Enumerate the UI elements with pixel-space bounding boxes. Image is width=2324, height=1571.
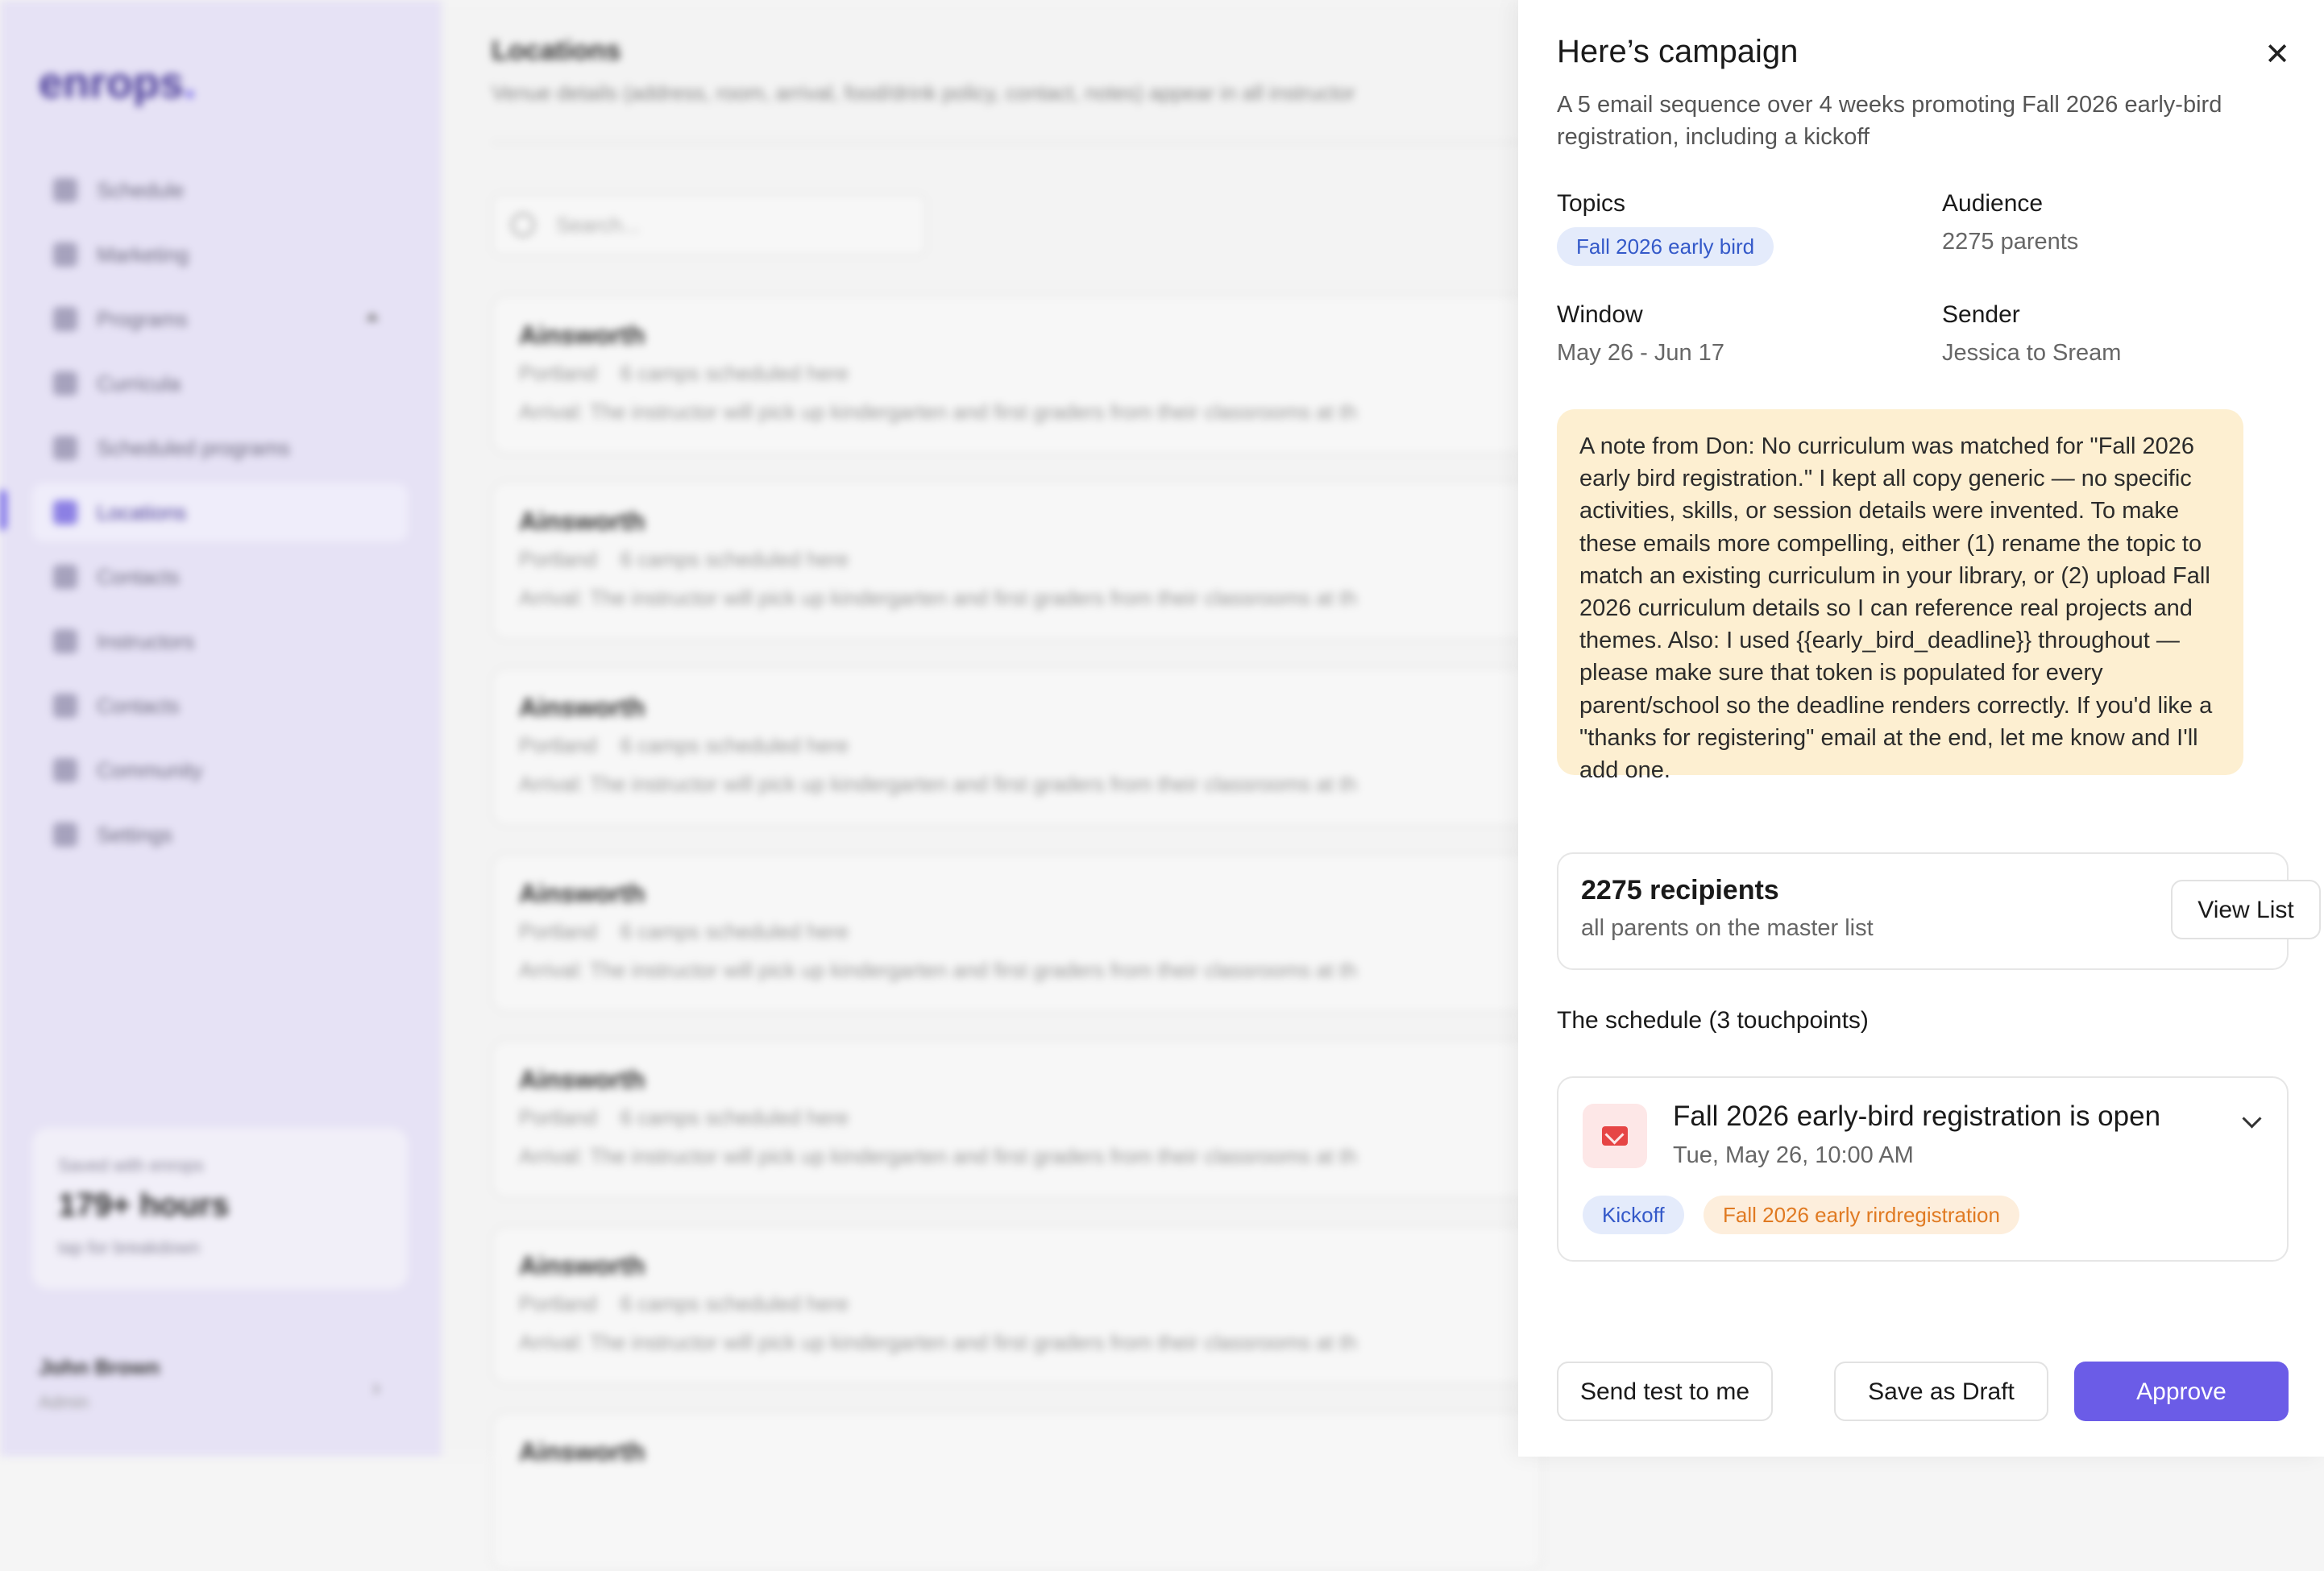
book-icon <box>53 371 77 396</box>
audience-label: Audience <box>1942 190 2044 217</box>
location-card[interactable]: Ainsworth <box>492 1411 1542 1571</box>
location-card[interactable]: Ainsworth Portland 6 camps scheduled her… <box>492 1039 1542 1199</box>
tag-topic: Fall 2026 early rirdregistration <box>1704 1196 2019 1234</box>
chevron-right-icon[interactable]: › <box>372 1374 380 1402</box>
sidebar-item-community[interactable]: Community <box>32 741 408 799</box>
chevron-up-icon <box>366 313 379 321</box>
timer-icon <box>53 307 77 331</box>
sidebar-item-programs[interactable]: Programs <box>32 290 408 348</box>
gear-icon <box>53 823 77 847</box>
save-draft-button[interactable]: Save as Draft <box>1834 1362 2048 1421</box>
search-input[interactable]: Search... <box>492 193 927 256</box>
logo: enrops. <box>39 59 197 107</box>
user-role: Admin <box>39 1392 89 1412</box>
recipients-subtitle: all parents on the master list <box>1581 915 1874 941</box>
search-placeholder: Search... <box>556 213 641 237</box>
user-icon <box>53 629 77 653</box>
mail-icon <box>1602 1126 1628 1146</box>
drawer-title: Here’s campaign <box>1557 34 1799 69</box>
saved-hours-card[interactable]: Saved with enrops 179+ hours tap for bre… <box>32 1128 408 1289</box>
audience-value: 2275 parents <box>1942 229 2079 255</box>
chevron-down-icon[interactable] <box>2235 1105 2268 1138</box>
close-icon[interactable]: ✕ <box>2260 37 2295 73</box>
timer-icon <box>53 436 77 460</box>
sidebar-item-schedule[interactable]: Schedule <box>32 161 408 219</box>
recipients-card: 2275 recipients all parents on the maste… <box>1557 852 2321 970</box>
page-title: Locations <box>492 35 621 66</box>
sender-label: Sender <box>1942 301 2020 328</box>
grid-icon <box>53 500 77 524</box>
window-value: May 26 - Jun 17 <box>1557 340 1724 366</box>
calendar-icon <box>53 242 77 267</box>
approve-button[interactable]: Approve <box>2074 1362 2289 1421</box>
list-icon <box>53 694 77 718</box>
sidebar-item-marketing[interactable]: Marketing <box>32 226 408 284</box>
topic-pill: Fall 2026 early bird <box>1557 227 1774 266</box>
location-card[interactable]: Ainsworth Portland 6 camps scheduled her… <box>492 1225 1542 1385</box>
page-description: Venue details (address, room, arrival, f… <box>492 81 1355 105</box>
tag-kickoff: Kickoff <box>1583 1196 1684 1234</box>
location-card[interactable]: Ainsworth Portland 6 camps scheduled her… <box>492 667 1542 827</box>
topics-label: Topics <box>1557 190 1626 217</box>
sidebar-item-contacts[interactable]: Contacts <box>32 548 408 606</box>
send-test-button[interactable]: Send test to me <box>1557 1362 1773 1421</box>
sender-value: Jessica to Sream <box>1942 340 2122 366</box>
sidebar-nav: Schedule Marketing Programs Curricula Sc… <box>32 161 408 870</box>
ai-note: A note from Don: No curriculum was match… <box>1557 409 2243 783</box>
window-label: Window <box>1557 301 1643 328</box>
user-name: John Brown <box>39 1355 160 1379</box>
active-indicator <box>0 490 6 530</box>
calendar-grid-icon <box>53 178 77 202</box>
schedule-heading: The schedule (3 touchpoints) <box>1557 1007 1869 1034</box>
main-content: Locations Venue details (address, room, … <box>442 0 1542 1571</box>
view-list-button[interactable]: View List <box>2171 880 2321 939</box>
recipients-count: 2275 recipients <box>1581 875 1779 906</box>
star-icon <box>53 758 77 782</box>
mail-icon-badge <box>1583 1104 1647 1168</box>
location-card[interactable]: Ainsworth Portland 6 camps scheduled her… <box>492 481 1542 640</box>
sidebar-item-settings[interactable]: Settings <box>32 806 408 864</box>
sidebar-item-contacts-2[interactable]: Contacts <box>32 677 408 735</box>
campaign-drawer: Here’s campaign ✕ A 5 email sequence ove… <box>1518 0 2324 1457</box>
sidebar-item-curricula[interactable]: Curricula <box>32 354 408 412</box>
sidebar-item-scheduled-programs[interactable]: Scheduled programs <box>32 419 408 477</box>
touchpoint-date: Tue, May 26, 10:00 AM <box>1673 1142 1914 1168</box>
sidebar-item-instructors[interactable]: Instructors <box>32 612 408 670</box>
touchpoint-title: Fall 2026 early-bird registration is ope… <box>1673 1101 2161 1132</box>
touchpoint-card[interactable]: Fall 2026 early-bird registration is ope… <box>1557 1076 2289 1262</box>
chat-icon <box>53 565 77 589</box>
sidebar-item-locations[interactable]: Locations <box>32 483 408 541</box>
location-card[interactable]: Ainsworth Portland 6 camps scheduled her… <box>492 853 1542 1013</box>
sidebar: enrops. Schedule Marketing Programs Curr… <box>0 0 442 1457</box>
location-card[interactable]: Ainsworth Portland 6 camps scheduled her… <box>492 295 1542 454</box>
search-icon <box>511 213 535 237</box>
divider <box>492 142 1539 143</box>
campaign-description: A 5 email sequence over 4 weeks promotin… <box>1557 92 2222 150</box>
